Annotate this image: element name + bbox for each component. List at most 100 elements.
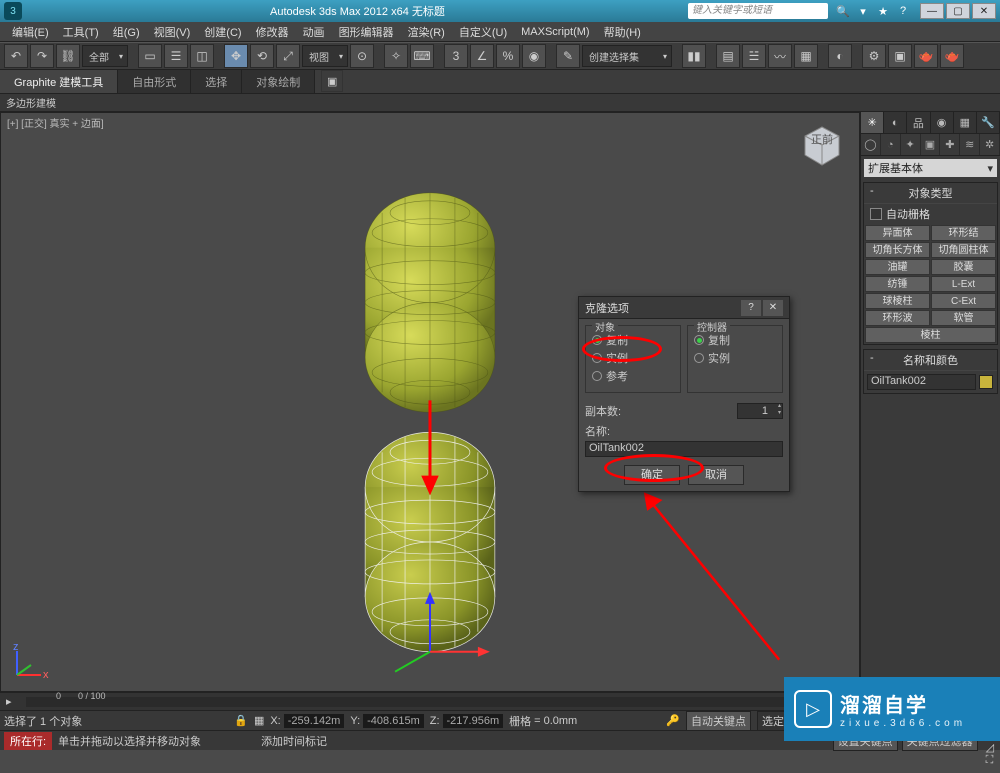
- refcoord-dropdown[interactable]: 视图: [302, 45, 348, 67]
- menu-rendering[interactable]: 渲染(R): [402, 22, 451, 42]
- geometry-icon[interactable]: ◯: [861, 134, 881, 155]
- key-icon[interactable]: 🔑: [666, 714, 680, 727]
- select-icon[interactable]: ▭: [138, 44, 162, 68]
- move-icon[interactable]: ✥: [224, 44, 248, 68]
- tab-objectpaint[interactable]: 对象绘制: [242, 70, 315, 93]
- radio-reference[interactable]: [592, 371, 602, 381]
- btn-chamfercyl[interactable]: 切角圆柱体: [931, 242, 996, 258]
- pivot-icon[interactable]: ⊙: [350, 44, 374, 68]
- search-icon[interactable]: 🔍: [836, 4, 850, 18]
- ribbon-expand-icon[interactable]: ▣: [321, 70, 343, 92]
- copies-spinner[interactable]: 1: [737, 403, 783, 419]
- maximize-button[interactable]: ▢: [946, 3, 970, 19]
- rotate-icon[interactable]: ⟲: [250, 44, 274, 68]
- menu-edit[interactable]: 编辑(E): [6, 22, 55, 42]
- spinnersnap-icon[interactable]: ◉: [522, 44, 546, 68]
- minmax-icon[interactable]: ⛶: [986, 754, 996, 767]
- btn-prism[interactable]: 棱柱: [865, 327, 996, 343]
- anglesnap-icon[interactable]: ∠: [470, 44, 494, 68]
- radio-ctrl-instance[interactable]: [694, 353, 704, 363]
- manip-icon[interactable]: ✧: [384, 44, 408, 68]
- modify-tab-icon[interactable]: ◐: [884, 112, 907, 133]
- filter-dropdown[interactable]: 全部: [82, 45, 128, 67]
- radio-ctrl-copy[interactable]: [694, 335, 704, 345]
- star-icon[interactable]: ★: [876, 4, 890, 18]
- btn-lext[interactable]: L-Ext: [931, 276, 996, 292]
- coord-y-input[interactable]: -408.615m: [363, 714, 424, 728]
- material-icon[interactable]: ◐: [828, 44, 852, 68]
- clone-name-input[interactable]: OilTank002: [585, 441, 783, 457]
- undo-icon[interactable]: ↶: [4, 44, 28, 68]
- help-icon[interactable]: ?: [896, 4, 910, 18]
- cameras-icon[interactable]: ▣: [921, 134, 941, 155]
- redo-icon[interactable]: ↷: [30, 44, 54, 68]
- menu-customize[interactable]: 自定义(U): [453, 22, 513, 42]
- keymode-icon[interactable]: ⌨: [410, 44, 434, 68]
- tab-selection[interactable]: 选择: [191, 70, 242, 93]
- tab-graphite[interactable]: Graphite 建模工具: [0, 70, 118, 93]
- create-tab-icon[interactable]: ✳: [861, 112, 884, 133]
- curveeditor-icon[interactable]: 〰: [768, 44, 792, 68]
- btn-hedra[interactable]: 异面体: [865, 225, 930, 241]
- btn-hose[interactable]: 软管: [931, 310, 996, 326]
- btn-capsule[interactable]: 胶囊: [931, 259, 996, 275]
- rollup-name-color[interactable]: 名称和颜色: [864, 350, 997, 371]
- radio-copy[interactable]: [592, 335, 602, 345]
- select-name-icon[interactable]: ☰: [164, 44, 188, 68]
- lock-icon[interactable]: 🔒: [234, 714, 248, 727]
- quickrender-icon[interactable]: 🫖: [940, 44, 964, 68]
- renderframe-icon[interactable]: ▣: [888, 44, 912, 68]
- rendersetup-icon[interactable]: ⚙: [862, 44, 886, 68]
- spacewarps-icon[interactable]: ≋: [960, 134, 980, 155]
- layers-icon[interactable]: ☱: [742, 44, 766, 68]
- dialog-close-button[interactable]: ✕: [763, 300, 783, 316]
- menu-grapheditors[interactable]: 图形编辑器: [333, 22, 400, 42]
- systems-icon[interactable]: ✲: [980, 134, 1000, 155]
- object-color-swatch[interactable]: [979, 375, 993, 389]
- menu-group[interactable]: 组(G): [107, 22, 146, 42]
- editselset-icon[interactable]: ✎: [556, 44, 580, 68]
- align-icon[interactable]: ▤: [716, 44, 740, 68]
- object-name-input[interactable]: OilTank002: [867, 374, 976, 390]
- pctsnap-icon[interactable]: %: [496, 44, 520, 68]
- schematic-icon[interactable]: ▦: [794, 44, 818, 68]
- category-dropdown[interactable]: 扩展基本体: [864, 159, 997, 177]
- shapes-icon[interactable]: ◔: [881, 134, 901, 155]
- menu-animation[interactable]: 动画: [297, 22, 331, 42]
- snap3-icon[interactable]: 3: [444, 44, 468, 68]
- scale-icon[interactable]: ⤢: [276, 44, 300, 68]
- btn-chamferbox[interactable]: 切角长方体: [865, 242, 930, 258]
- btn-spindle[interactable]: 纺锤: [865, 276, 930, 292]
- motion-tab-icon[interactable]: ◉: [931, 112, 954, 133]
- tab-freeform[interactable]: 自由形式: [118, 70, 191, 93]
- autogrid-checkbox[interactable]: [870, 208, 882, 220]
- btn-oiltank[interactable]: 油罐: [865, 259, 930, 275]
- lights-icon[interactable]: ✦: [901, 134, 921, 155]
- btn-gengon[interactable]: 球棱柱: [865, 293, 930, 309]
- menu-maxscript[interactable]: MAXScript(M): [515, 24, 595, 40]
- render-icon[interactable]: 🫖: [914, 44, 938, 68]
- radio-instance[interactable]: [592, 353, 602, 363]
- fov-icon[interactable]: ◿: [986, 741, 996, 754]
- helpers-icon[interactable]: ✚: [940, 134, 960, 155]
- display-tab-icon[interactable]: ▦: [954, 112, 977, 133]
- menu-tools[interactable]: 工具(T): [57, 22, 105, 42]
- selset-dropdown[interactable]: 创建选择集: [582, 45, 672, 67]
- close-button[interactable]: ✕: [972, 3, 996, 19]
- mirror-icon[interactable]: ▮▮: [682, 44, 706, 68]
- coord-z-input[interactable]: -217.956m: [443, 714, 504, 728]
- link-icon[interactable]: ⛓: [56, 44, 80, 68]
- btn-ringwave[interactable]: 环形波: [865, 310, 930, 326]
- select-region-icon[interactable]: ◫: [190, 44, 214, 68]
- ok-button[interactable]: 确定: [624, 465, 680, 485]
- autokey-button[interactable]: 自动关键点: [686, 711, 751, 731]
- dropdown-icon[interactable]: ▾: [856, 4, 870, 18]
- rollup-object-type[interactable]: 对象类型: [864, 183, 997, 204]
- abs-rel-icon[interactable]: ▦: [254, 714, 264, 727]
- utilities-tab-icon[interactable]: 🔧: [977, 112, 1000, 133]
- add-time-tag[interactable]: 添加时间标记: [261, 733, 327, 749]
- timeline-toggle-icon[interactable]: ▸: [6, 695, 20, 708]
- hierarchy-tab-icon[interactable]: 品: [907, 112, 930, 133]
- cancel-button[interactable]: 取消: [688, 465, 744, 485]
- menu-help[interactable]: 帮助(H): [598, 22, 647, 42]
